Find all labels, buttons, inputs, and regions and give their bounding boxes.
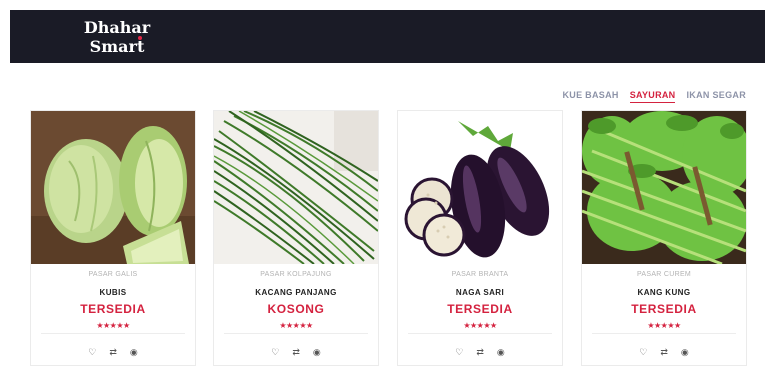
product-actions: ♡ ⇄ ◉ [582,347,746,357]
product-name[interactable]: KACANG PANJANG [214,288,378,297]
wishlist-icon[interactable]: ♡ [88,347,96,357]
tab-ikan-segar[interactable]: IKAN SEGAR [686,90,746,103]
divider [41,333,185,334]
rating-stars: ★★★★★ [96,321,130,330]
rating-stars: ★★★★★ [463,321,497,330]
divider [408,333,552,334]
view-icon[interactable]: ◉ [313,347,321,357]
product-name[interactable]: NAGA SARI [398,288,562,297]
rating-stars: ★★★★★ [647,321,681,330]
product-name[interactable]: KANG KUNG [582,288,746,297]
view-icon[interactable]: ◉ [681,347,689,357]
wishlist-icon[interactable]: ♡ [455,347,463,357]
product-market: PASAR BRANTA [451,271,509,278]
logo-line-2: Smart [89,37,145,56]
category-tabs: KUE BASAH SAYURAN IKAN SEGAR [562,90,746,103]
rating-stars: ★★★★★ [279,321,313,330]
view-icon[interactable]: ◉ [497,347,505,357]
product-status: TERSEDIA [631,302,697,316]
product-status: KOSONG [267,302,325,316]
wishlist-icon[interactable]: ♡ [271,347,279,357]
product-market: PASAR CUREM [636,271,692,278]
product-image-cabbage[interactable] [31,111,195,264]
product-status: TERSEDIA [80,302,146,316]
product-image-eggplant[interactable] [398,111,562,264]
product-market: PASAR KOLPAJUNG [260,271,332,278]
product-actions: ♡ ⇄ ◉ [398,347,562,357]
product-status: TERSEDIA [447,302,513,316]
site-logo[interactable]: Dhahar Smart [72,18,162,56]
product-name[interactable]: KUBIS [31,288,195,297]
divider [592,333,736,334]
compare-icon[interactable]: ⇄ [476,347,484,357]
product-image-water-spinach[interactable] [582,111,746,264]
logo-dot [138,36,142,40]
product-actions: ♡ ⇄ ◉ [214,347,378,357]
product-card[interactable]: PASAR CUREM KANG KUNG TERSEDIA ★★★★★ ♡ ⇄… [581,110,747,366]
divider [224,333,368,334]
tab-kue-basah[interactable]: KUE BASAH [562,90,618,103]
logo-line-1: Dhahar [83,18,151,37]
product-image-long-beans[interactable] [214,111,378,264]
wishlist-icon[interactable]: ♡ [639,347,647,357]
product-card[interactable]: PASAR BRANTA NAGA SARI TERSEDIA ★★★★★ ♡ … [397,110,563,366]
compare-icon[interactable]: ⇄ [292,347,300,357]
view-icon[interactable]: ◉ [130,347,138,357]
compare-icon[interactable]: ⇄ [660,347,668,357]
product-market: PASAR GALIS [88,271,138,278]
compare-icon[interactable]: ⇄ [109,347,117,357]
tab-sayuran[interactable]: SAYURAN [629,90,676,103]
site-header: Dhahar Smart [10,10,765,63]
product-card[interactable]: PASAR KOLPAJUNG KACANG PANJANG KOSONG ★★… [213,110,379,366]
product-actions: ♡ ⇄ ◉ [31,347,195,357]
product-card[interactable]: PASAR GALIS KUBIS TERSEDIA ★★★★★ ♡ ⇄ ◉ [30,110,196,366]
